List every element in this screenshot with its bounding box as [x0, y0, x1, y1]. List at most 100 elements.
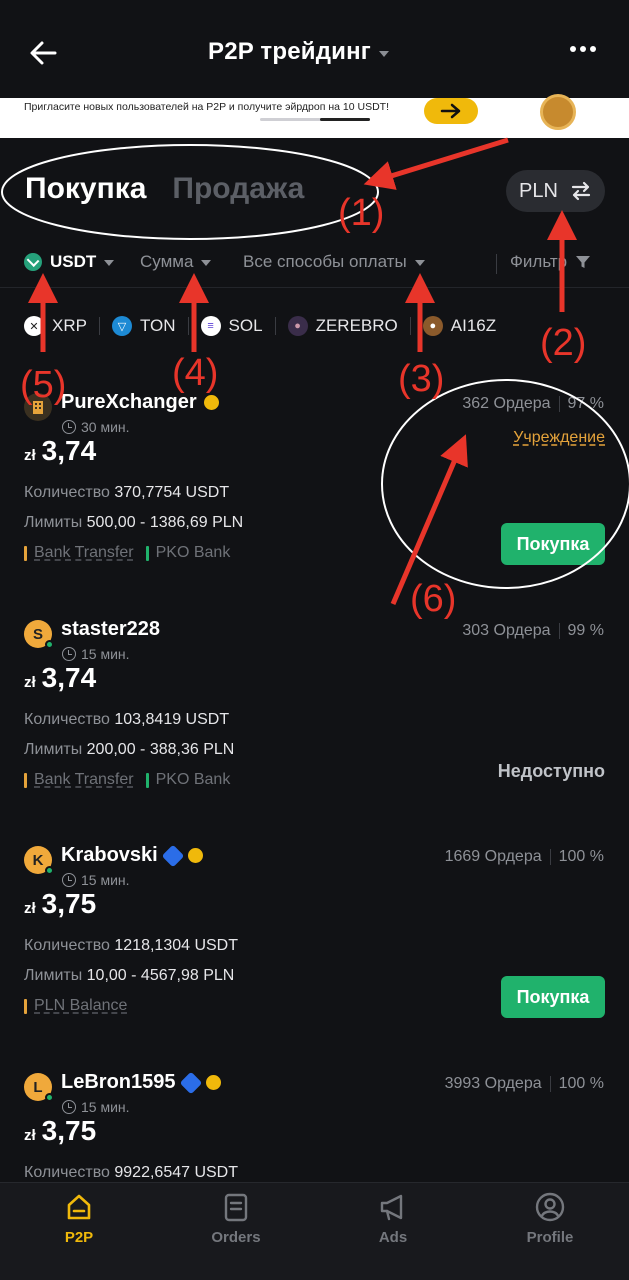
price-currency: zł	[24, 1127, 36, 1144]
payment-method-tag: PLN Balance	[24, 997, 127, 1015]
buy-button[interactable]: Покупка	[501, 976, 605, 1018]
back-arrow-icon[interactable]	[28, 38, 58, 68]
divider	[98, 317, 100, 335]
online-status-dot	[45, 866, 54, 875]
offer-limits: Лимиты 200,00 - 388,36 PLN	[24, 741, 235, 758]
price-currency: zł	[24, 447, 36, 464]
nav-ads[interactable]: Ads	[348, 1191, 438, 1246]
verified-blue-badge-icon	[179, 1071, 202, 1094]
payment-methods: PLN Balance	[24, 997, 127, 1015]
nav-label: Orders	[211, 1229, 261, 1246]
coin-label: XRP	[52, 316, 87, 335]
institution-badge[interactable]: Учреждение	[513, 429, 605, 447]
coin-chip-ai16z[interactable]: ● AI16Z	[422, 316, 497, 336]
nav-orders[interactable]: Orders	[191, 1191, 281, 1246]
avg-release-time: 15 мин.	[62, 872, 130, 888]
verified-gold-badge-icon	[203, 395, 219, 410]
profile-icon	[535, 1192, 565, 1222]
clock-icon	[62, 647, 76, 661]
filter-button[interactable]: Фильтр	[510, 252, 591, 272]
price-currency: zł	[24, 900, 36, 917]
nav-profile[interactable]: Profile	[505, 1191, 595, 1246]
advertiser-name[interactable]: staster228	[61, 618, 160, 641]
promo-go-button[interactable]	[424, 98, 478, 124]
promo-banner-text: Пригласите новых пользователей на P2P и …	[24, 101, 389, 113]
nav-p2p[interactable]: P2P	[34, 1191, 124, 1246]
advertiser-stats: 303 Ордера 99 %	[462, 622, 604, 640]
avg-release-time: 15 мин.	[62, 646, 130, 662]
offer-price: zł 3,75	[24, 888, 96, 920]
chevron-down-icon	[104, 260, 115, 266]
coin-chip-xrp[interactable]: ✕ XRP	[24, 316, 87, 336]
verified-gold-badge-icon	[205, 1075, 221, 1090]
page-title-dropdown[interactable]: P2P трейдинг	[208, 38, 389, 66]
usdt-icon	[24, 253, 42, 271]
coin-label: AI16Z	[450, 316, 497, 335]
promo-banner[interactable]: Пригласите новых пользователей на P2P и …	[0, 94, 629, 138]
offer-price: zł 3,74	[24, 662, 96, 694]
p2p-home-icon	[67, 1194, 91, 1220]
orders-count: 303 Ордера	[462, 622, 551, 639]
carousel-indicator-active	[320, 118, 370, 121]
advertiser-name[interactable]: Krabovski	[61, 844, 203, 867]
coin-label: SOL	[228, 316, 263, 335]
more-options-icon[interactable]	[570, 46, 596, 52]
coin-chip-ton[interactable]: ▽ TON	[111, 316, 176, 336]
divider	[409, 317, 411, 335]
offer-limits: Лимиты 10,00 - 4567,98 PLN	[24, 967, 235, 984]
price-value: 3,74	[41, 662, 97, 693]
payment-method-filter[interactable]: Все способы оплаты	[243, 252, 425, 272]
time-text: 15 мин.	[81, 646, 130, 662]
advertiser-name[interactable]: LeBron1595	[61, 1071, 221, 1094]
offer-quantity: Количество 9922,6547 USDT	[24, 1164, 239, 1181]
offer-price: zł 3,75	[24, 1115, 96, 1147]
zerebro-icon: ●	[287, 316, 308, 336]
clock-icon	[62, 420, 76, 434]
nav-label: P2P	[64, 1229, 94, 1246]
asset-selector[interactable]: USDT	[24, 252, 115, 272]
promo-avatar-icon	[540, 94, 576, 130]
megaphone-icon	[380, 1194, 403, 1221]
avg-release-time: 15 мин.	[62, 1099, 130, 1115]
fiat-currency-switch[interactable]: PLN	[506, 170, 605, 212]
payment-method-tag: Bank Transfer	[24, 544, 134, 562]
advertiser-name-text: Krabovski	[61, 844, 158, 866]
page-title: P2P трейдинг	[208, 38, 371, 65]
swap-icon	[571, 181, 591, 201]
buy-button[interactable]: Покупка	[501, 523, 605, 565]
advertiser-stats: 1669 Ордера 100 %	[445, 848, 604, 866]
annotation-label: (1)	[338, 192, 385, 234]
coin-label: TON	[139, 316, 176, 335]
price-value: 3,75	[41, 888, 97, 919]
amount-filter[interactable]: Сумма	[140, 252, 212, 272]
annotation-label: (2)	[540, 322, 587, 364]
offer-quantity: Количество 1218,1304 USDT	[24, 937, 239, 954]
nav-label: Profile	[526, 1229, 574, 1246]
completion-rate: 97 %	[567, 395, 604, 412]
divider	[274, 317, 276, 335]
amount-filter-label: Сумма	[140, 252, 194, 271]
filter-bar: USDT Сумма Все способы оплаты Фильтр	[0, 240, 629, 288]
advertiser-name-text: LeBron1595	[61, 1071, 176, 1093]
price-value: 3,75	[41, 1115, 97, 1146]
offer-price: zł 3,74	[24, 435, 96, 467]
divider	[187, 317, 189, 335]
annotation-arrow	[363, 137, 509, 190]
tab-sell[interactable]: Продажа	[172, 172, 304, 206]
tab-buy[interactable]: Покупка	[25, 172, 146, 206]
time-text: 15 мин.	[81, 872, 130, 888]
online-status-dot	[45, 640, 54, 649]
time-text: 30 мин.	[81, 419, 130, 435]
advertiser-stats: 362 Ордера 97 %	[462, 395, 604, 413]
coin-chip-sol[interactable]: ≡ SOL	[200, 316, 263, 336]
verified-blue-badge-icon	[161, 844, 185, 867]
coin-chip-zerebro[interactable]: ● ZEREBRO	[287, 316, 398, 336]
offer-quantity: Количество 370,7754 USDT	[24, 484, 230, 501]
asset-selector-label: USDT	[50, 252, 97, 271]
completion-rate: 100 %	[558, 1075, 604, 1092]
advertiser-stats: 3993 Ордера 100 %	[445, 1075, 604, 1093]
xrp-icon: ✕	[24, 316, 44, 336]
avg-release-time: 30 мин.	[62, 419, 130, 435]
online-status-dot	[45, 1093, 54, 1102]
annotation-label: (4)	[172, 352, 219, 394]
